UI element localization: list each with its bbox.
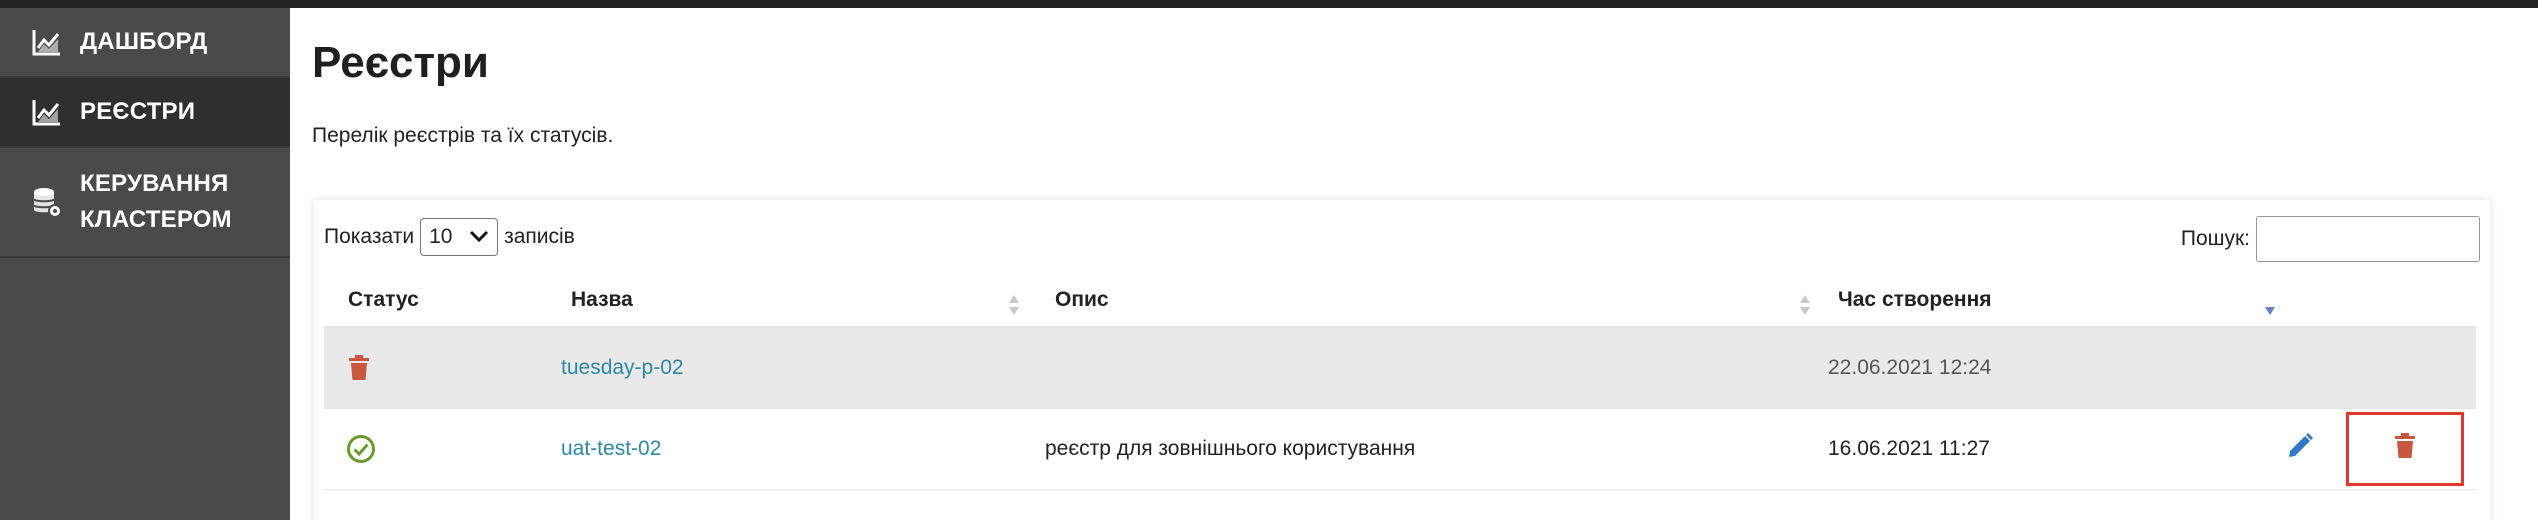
registries-table: Статус Назва Опис Час створення tuesday-… [324,274,2476,490]
search-label: Пошук: [2180,227,2250,250]
page-length-control: Показати 10 записів [324,218,575,256]
sidebar: ДАШБОРД РЕЄСТРИ КЕРУВАННЯ КЛАСТЕРОМ [0,8,290,520]
top-bar [0,0,2538,8]
column-header-description[interactable]: Опис [1055,274,1109,326]
page-description: Перелік реєстрів та їх статусів. [312,124,614,147]
registry-description: реєстр для зовнішнього користування [1045,437,1416,460]
registry-name-link[interactable]: tuesday-p-02 [561,328,684,408]
search-input[interactable] [2256,216,2480,262]
chevron-down-icon [469,225,489,249]
registries-table-card: Показати 10 записів Пошук: Статус Назва … [314,200,2490,520]
status-ok-icon [346,409,376,489]
column-header-created[interactable]: Час створення [1838,274,1992,326]
sidebar-item-label: КЕРУВАННЯ КЛАСТЕРОМ [80,166,232,238]
pencil-icon [2286,432,2314,466]
sidebar-item-registries[interactable]: РЕЄСТРИ [0,78,290,148]
sidebar-item-dashboard[interactable]: ДАШБОРД [0,8,290,78]
registry-name-link[interactable]: uat-test-02 [561,409,661,489]
registry-created-time: 22.06.2021 12:24 [1828,356,1992,379]
sort-desc-icon [2264,298,2276,322]
sidebar-item-label: ДАШБОРД [80,28,208,55]
sort-both-icon [1799,294,1811,322]
database-gear-icon [30,185,64,219]
chart-icon [30,25,64,59]
delete-button[interactable] [2346,412,2464,486]
records-label: записів [504,225,575,248]
page-length-value: 10 [429,225,453,248]
sidebar-item-label: РЕЄСТРИ [80,98,196,125]
edit-button[interactable] [2286,409,2314,489]
table-row: tuesday-p-02 22.06.2021 12:24 [324,328,2476,409]
page-title: Реєстри [312,38,489,87]
sidebar-item-label-line2: КЛАСТЕРОМ [80,206,232,233]
sort-both-icon [1008,294,1020,322]
main-content: Реєстри Перелік реєстрів та їх статусів.… [290,8,2538,520]
registry-created-time: 16.06.2021 11:27 [1828,437,1990,460]
show-label: Показати [324,225,415,248]
page-length-select[interactable]: 10 [420,218,499,256]
column-header-name[interactable]: Назва [571,274,633,326]
trash-icon [2394,433,2416,465]
search-control: Пошук: [2181,216,2480,262]
table-header: Статус Назва Опис Час створення [324,274,2476,328]
table-row: uat-test-02 реєстр для зовнішнього корис… [324,409,2476,490]
status-deleted-icon [348,328,370,408]
sidebar-item-cluster-management[interactable]: КЕРУВАННЯ КЛАСТЕРОМ [0,148,290,258]
chart-icon [30,95,64,129]
sidebar-item-label-line1: КЕРУВАННЯ [80,170,229,197]
column-header-status[interactable]: Статус [348,274,419,326]
